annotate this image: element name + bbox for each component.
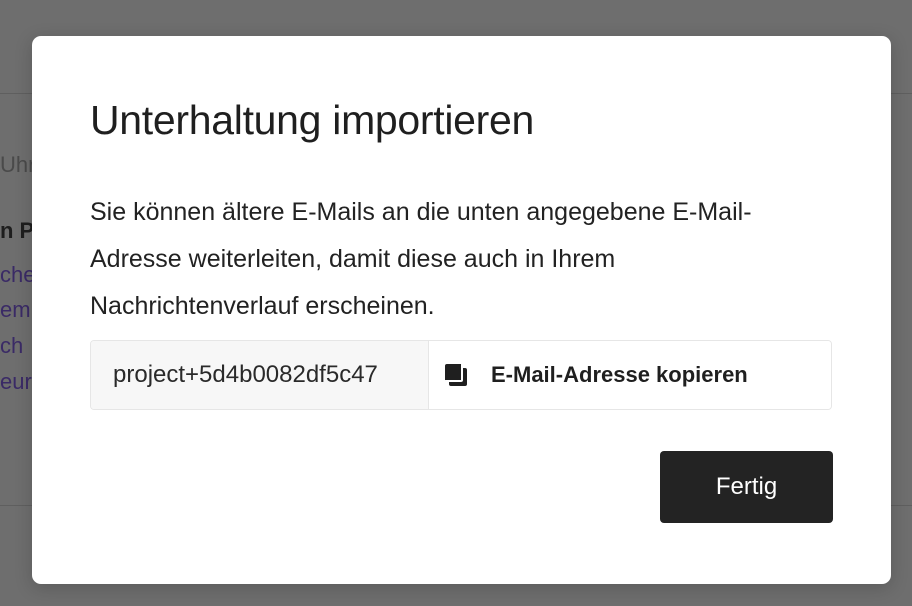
- background-link: eur: [0, 369, 32, 394]
- done-button[interactable]: Fertig: [660, 451, 833, 523]
- dialog-title: Unterhaltung importieren: [90, 97, 535, 143]
- background-link: ch: [0, 333, 24, 358]
- copy-icon: [443, 362, 469, 388]
- background-link: che: [0, 262, 32, 287]
- background-text: Uhr: [0, 152, 32, 177]
- dialog-description: Sie können ältere E-Mails an die unten a…: [90, 198, 752, 320]
- copy-email-label: E-Mail-Adresse kopieren: [491, 362, 748, 387]
- background-link: em: [0, 297, 31, 322]
- background-heading: n Pr: [0, 218, 32, 243]
- import-conversation-dialog: Unterhaltung importieren Sie können älte…: [32, 36, 891, 584]
- forwarding-email-field[interactable]: [91, 341, 429, 409]
- email-copy-group: E-Mail-Adresse kopieren: [90, 340, 832, 410]
- copy-email-button[interactable]: E-Mail-Adresse kopieren: [429, 341, 831, 409]
